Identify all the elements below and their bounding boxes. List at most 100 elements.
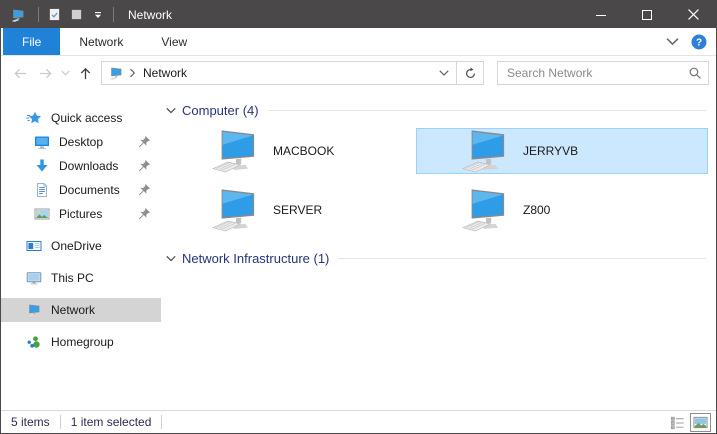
pin-icon [136,182,152,198]
breadcrumb-location[interactable]: Network [143,66,432,80]
large-buttons-view-icon[interactable] [690,413,711,432]
sidebar-item-label: Quick access [51,111,122,125]
file-list: Computer (4) MACBOOK JERRYVB SERVER Z800 Netw… [161,90,716,410]
sidebar-item-label: Documents [59,183,120,197]
computer-name: Z800 [523,203,550,217]
sidebar-item-label: OneDrive [51,239,102,253]
computer-tile-z800[interactable]: Z800 [416,187,708,233]
forward-button[interactable] [33,61,58,86]
up-arrow-icon [78,66,93,81]
sidebar-item-downloads[interactable]: Downloads [1,154,161,178]
chevron-down-icon [166,107,176,114]
ribbon-right: ? [666,28,716,55]
search-input[interactable] [498,66,681,80]
group-header-network-infrastructure-1[interactable]: Network Infrastructure (1) [166,248,710,268]
view-toggles [665,413,716,432]
recent-locations-button[interactable] [58,61,73,86]
close-button[interactable] [670,1,716,28]
computer-icon [211,129,259,173]
address-bar[interactable]: Network [101,61,484,85]
window-body: Quick access Desktop Downloads Documents Pic… [1,90,716,410]
status-separator [60,415,61,429]
new-folder-button[interactable] [65,1,87,28]
breadcrumb-chevron-icon[interactable] [129,68,136,78]
group-header-rule [268,110,706,111]
sidebar-item-pictures[interactable]: Pictures [1,202,161,226]
ribbon-bar: FileNetworkView ? [1,28,716,56]
computer-tile-macbook[interactable]: MACBOOK [166,128,416,174]
search-icon [688,66,702,80]
properties-button[interactable] [43,1,65,28]
address-dropdown-button[interactable] [432,62,456,84]
properties-icon [48,8,61,21]
tab-network[interactable]: Network [60,28,142,55]
sidebar-item-network[interactable]: Network [1,298,161,322]
back-arrow-icon [13,66,28,81]
minimize-button[interactable] [578,1,624,28]
titlebar[interactable]: Network [1,1,716,28]
titlebar-separator [113,7,114,22]
computer-icon [211,188,259,232]
group-header-label: Computer (4) [182,103,259,118]
documents-icon [34,182,50,198]
up-button[interactable] [73,61,98,86]
sidebar-item-this-pc[interactable]: This PC [1,266,161,290]
desktop-icon [34,134,50,150]
sidebar-item-label: Pictures [59,207,102,221]
onedrive-icon [26,238,42,254]
sidebar-item-documents[interactable]: Documents [1,178,161,202]
window-controls [578,1,716,28]
pin-icon [136,134,152,150]
sidebar-item-label: This PC [51,271,94,285]
computer-icon [461,188,509,232]
refresh-button[interactable] [457,62,483,84]
computer-tile-server[interactable]: SERVER [166,187,416,233]
pictures-icon [34,206,50,222]
sidebar-item-label: Homegroup [51,335,114,349]
sidebar-item-homegroup[interactable]: Homegroup [1,330,161,354]
refresh-icon [464,67,477,80]
status-bar: 5 items 1 item selected [1,410,716,433]
computer-tile-jerryvb[interactable]: JERRYVB [416,128,708,174]
chevron-down-icon [439,70,449,76]
sidebar-item-desktop[interactable]: Desktop [1,130,161,154]
this-pc-icon [26,270,42,286]
app-network-icon [10,7,26,23]
back-button[interactable] [8,61,33,86]
details-view-button[interactable] [667,413,688,432]
computer-name: MACBOOK [273,144,334,158]
tab-file[interactable]: File [3,28,60,55]
tab-view[interactable]: View [142,28,206,55]
sidebar-item-label: Downloads [59,159,118,173]
items-count: 5 items [11,415,50,429]
network-icon [26,302,42,318]
group-header-label: Network Infrastructure (1) [182,251,329,266]
new-folder-icon [70,8,83,21]
navigation-toolbar: Network [1,56,716,90]
computer-name: JERRYVB [523,144,578,158]
selection-count: 1 item selected [71,415,152,429]
sidebar: Quick access Desktop Downloads Documents Pic… [1,90,161,410]
ribbon-collapse-button[interactable] [666,35,679,48]
maximize-button[interactable] [624,1,670,28]
computer-icon [461,129,509,173]
close-icon [688,9,699,20]
toolbar-dropdown-button[interactable] [87,1,109,28]
downloads-icon [34,158,50,174]
sidebar-item-onedrive[interactable]: OneDrive [1,234,161,258]
search-button[interactable] [681,62,708,84]
details-view-icon [670,415,685,430]
forward-arrow-icon [38,66,53,81]
group-header-rule [338,258,706,259]
sidebar-item-label: Desktop [59,135,103,149]
sidebar-item-quick-access[interactable]: Quick access [1,106,161,130]
group-header-computer-4[interactable]: Computer (4) [166,100,710,120]
sidebar-item-label: Network [51,303,95,317]
toolbar-dropdown-icon [94,11,102,19]
svg-text:?: ? [696,37,702,48]
help-button[interactable]: ? [691,34,707,50]
ribbon-tabs: FileNetworkView [3,28,206,55]
large-icons-view-icon [693,415,708,430]
tile-grid: MACBOOK JERRYVB SERVER Z800 [166,128,710,233]
search-box[interactable] [497,61,709,85]
